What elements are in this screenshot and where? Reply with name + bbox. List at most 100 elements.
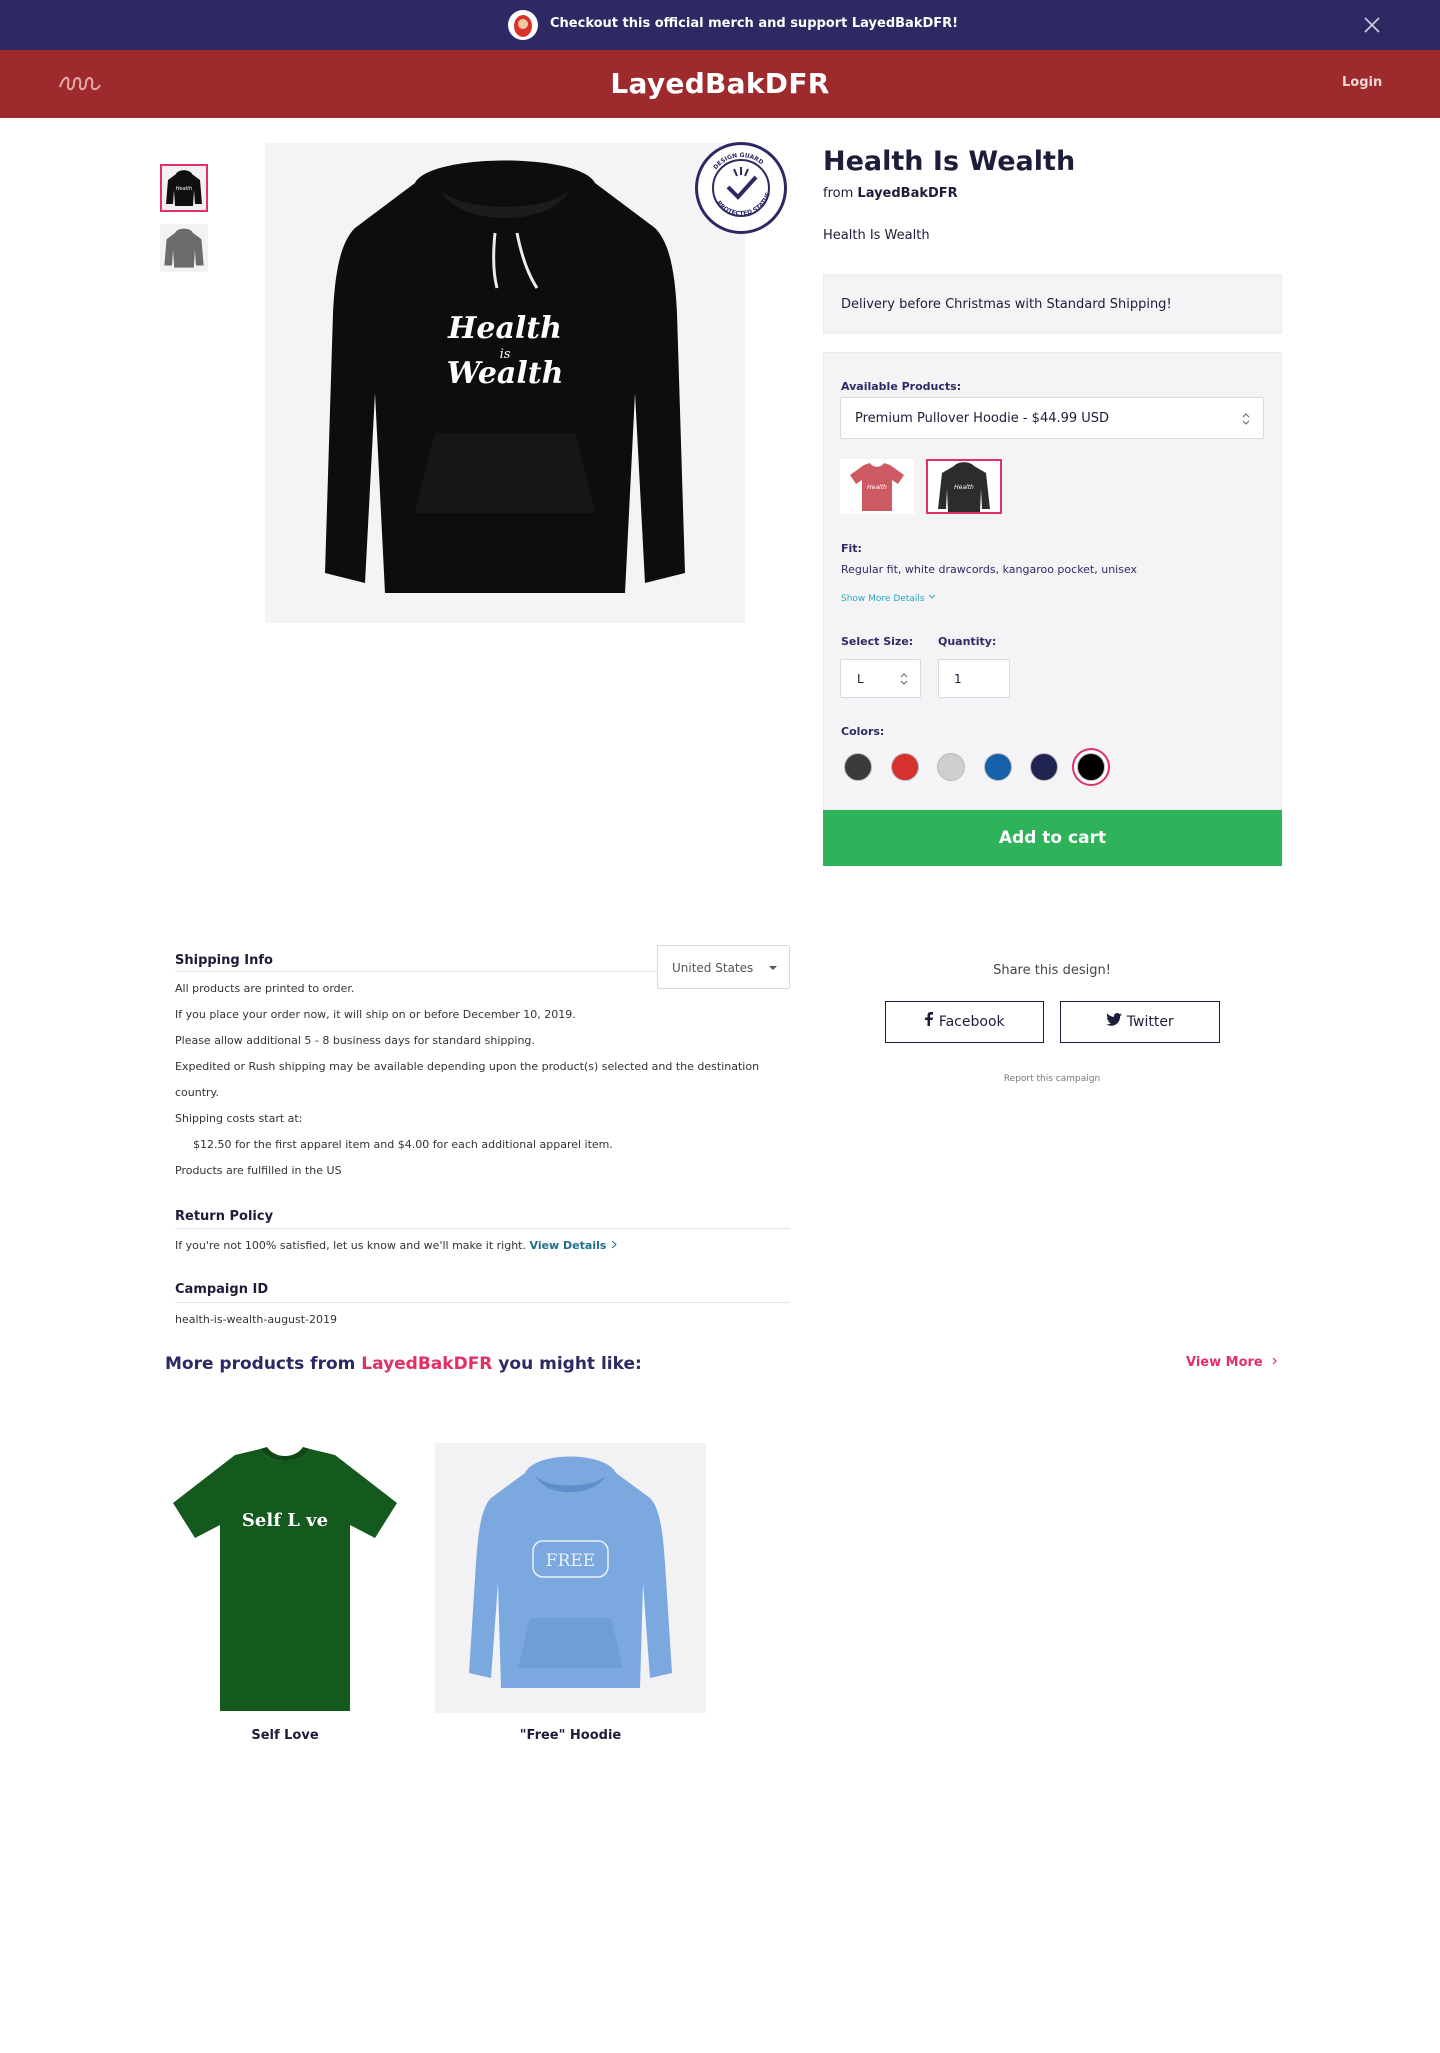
product-option-tshirt[interactable]: Health [840,459,914,514]
svg-text:Health: Health [176,186,192,192]
shipping-line: All products are printed to order. [175,982,355,995]
divider [175,1302,790,1303]
view-details-link[interactable]: View Details [530,1239,607,1252]
facebook-share-button[interactable]: Facebook [885,1001,1044,1043]
more-seller-link[interactable]: LayedBakDFR [361,1354,492,1374]
more-suffix: you might like: [498,1354,642,1374]
shipping-line: Expedited or Rush shipping may be availa… [175,1060,760,1073]
country-select-value: United States [672,961,754,975]
return-policy-text: If you're not 100% satisfied, let us kno… [175,1239,618,1252]
store-name[interactable]: LayedBakDFR [0,67,1440,100]
campaign-id-value: health-is-wealth-august-2019 [175,1313,338,1326]
shipping-fulfilled: Products are fulfilled in the US [175,1164,342,1177]
color-swatch[interactable] [1030,753,1059,781]
share-title: Share this design! [993,963,1111,978]
fit-text: Regular fit, white drawcords, kangaroo p… [841,563,1138,576]
view-more-label: View More [1186,1355,1263,1370]
quantity-value: 1 [954,672,962,686]
thumbnail-back[interactable] [160,224,208,272]
more-products-title: More products from LayedBakDFR you might… [165,1354,642,1374]
product-description: Health Is Wealth [823,228,930,243]
product-select-value: Premium Pullover Hoodie - $44.99 USD [855,411,1110,426]
caret-down-icon [769,966,777,970]
shipping-line: country. [175,1086,219,1099]
size-arrows-icon [900,673,908,685]
select-arrows-icon [1242,413,1250,425]
size-select[interactable]: L [840,659,921,698]
shipping-cost-line: $12.50 for the first apparel item and $4… [193,1138,613,1151]
product-card-free-hoodie[interactable]: FREE [435,1443,706,1713]
thumbnail-front[interactable]: Health [160,164,208,212]
product-option-hoodie[interactable]: Health [926,459,1002,514]
svg-text:PROTECTED STATUS: PROTECTED STATUS [715,191,772,217]
guard-text-bottom: PROTECTED STATUS [715,191,772,217]
svg-text:Health: Health [867,484,887,491]
chevron-right-icon [611,1240,617,1249]
product-card-self-love[interactable]: Self L ve [165,1443,405,1713]
facebook-icon [925,1012,934,1026]
graphic-text-1: Health [447,311,562,346]
design-guard-badge: DESIGN GUARD PROTECTED STATUS [695,142,787,234]
hoodie-option-icon: Health [938,462,990,512]
twitter-share-button[interactable]: Twitter [1060,1001,1220,1043]
campaign-id-title: Campaign ID [175,1282,269,1297]
size-label: Select Size: [841,635,914,648]
color-swatch[interactable] [937,753,966,781]
site-header: LayedBakDFR Login [0,50,1440,118]
return-policy-title: Return Policy [175,1209,274,1224]
more-prefix: More products from [165,1354,356,1374]
color-swatch[interactable] [983,753,1012,781]
product-card-name[interactable]: "Free" Hoodie [435,1728,706,1743]
add-to-cart-button[interactable]: Add to cart [823,810,1282,866]
promo-message: Checkout this official merch and support… [550,16,959,31]
hoodie-thumb-icon: Health [166,170,202,206]
quantity-input[interactable]: 1 [938,659,1010,698]
shipping-line: If you place your order now, it will shi… [175,1008,576,1021]
promo-banner: Checkout this official merch and support… [0,0,1440,50]
hoodie-back-thumb-icon [164,228,204,268]
tshirt-product-icon: Self L ve [173,1447,397,1711]
tshirt-option-icon: Health [850,463,904,511]
shipping-lines: All products are printed to order. If yo… [175,976,795,1184]
delivery-notice: Delivery before Christmas with Standard … [823,274,1282,334]
hoodie-graphic-text: FREE [546,1551,595,1571]
color-swatch[interactable] [1077,753,1105,781]
return-policy-body: If you're not 100% satisfied, let us kno… [175,1239,526,1252]
seller-link[interactable]: LayedBakDFR [857,186,957,201]
twitter-icon [1106,1013,1123,1026]
color-swatch[interactable] [890,753,919,781]
facebook-label: Facebook [938,1014,1005,1030]
tshirt-graphic-text: Self L ve [242,1510,328,1531]
divider [175,1228,790,1229]
graphic-text-3: Wealth [447,356,564,391]
shipping-line: Please allow additional 5 - 8 business d… [175,1034,535,1047]
design-guard-icon: DESIGN GUARD PROTECTED STATUS [712,152,772,217]
product-title: Health Is Wealth [823,146,1076,177]
available-products-label: Available Products: [841,380,962,393]
colors-label: Colors: [841,725,885,738]
shipping-info-title: Shipping Info [175,953,273,968]
show-more-details-link[interactable]: Show More Details [841,593,937,604]
show-more-label: Show More Details [841,594,925,604]
product-select[interactable]: Premium Pullover Hoodie - $44.99 USD [840,397,1264,439]
creator-avatar [508,10,538,40]
color-swatches [844,753,1264,783]
hoodie-image-icon: Health is Wealth [325,160,685,593]
report-campaign-link[interactable]: Report this campaign [885,1074,1219,1084]
fit-label: Fit: [841,542,862,555]
view-more-link[interactable]: View More [1186,1355,1279,1370]
chevron-right-icon [1272,1357,1278,1365]
shipping-line: Shipping costs start at: [175,1112,303,1125]
login-link[interactable]: Login [1342,75,1382,90]
product-image: Health is Wealth [265,143,745,623]
from-prefix: from [823,186,854,201]
twitter-label: Twitter [1126,1014,1174,1030]
size-select-value: L [857,672,864,686]
close-icon[interactable] [1360,13,1384,37]
svg-text:Health: Health [954,484,974,491]
quantity-label: Quantity: [938,635,997,648]
product-card-name[interactable]: Self Love [165,1728,405,1743]
chevron-down-icon [929,594,936,599]
color-swatch[interactable] [844,753,872,781]
blue-hoodie-product-icon: FREE [469,1456,672,1688]
